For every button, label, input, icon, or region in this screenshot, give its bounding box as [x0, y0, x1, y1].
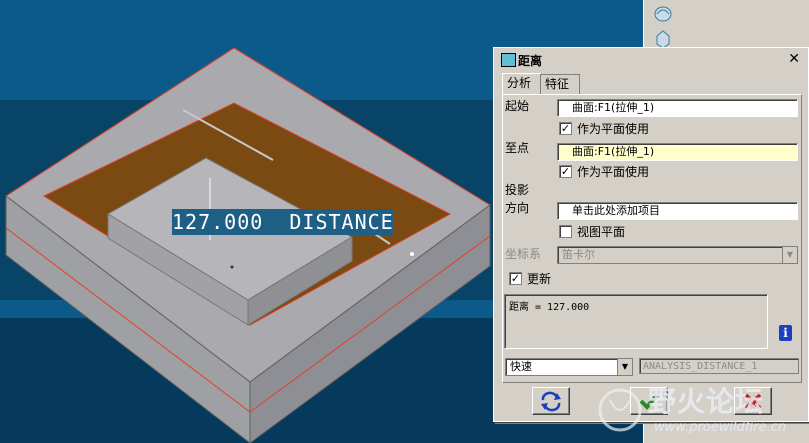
from-label: 起始 [505, 99, 530, 113]
to-plane-checkbox[interactable]: ✓ [559, 165, 572, 178]
coordinate-system-select: 笛卡尔 ▼ [557, 246, 798, 264]
mode-select[interactable]: 快速 ▼ [505, 358, 633, 376]
view-plane-checkbox[interactable] [559, 225, 572, 238]
projection-direction-field[interactable]: 单击此处添加项目 [557, 202, 798, 220]
from-reference-field[interactable]: 曲面:F1(拉伸_1) [557, 99, 798, 117]
toolbar-round-icon[interactable] [652, 3, 674, 25]
result-text: 距离 = 127.000 [509, 302, 590, 313]
to-label: 至点 [505, 141, 530, 155]
check-icon [639, 393, 659, 410]
analysis-name-field: ANALYSIS_DISTANCE_1 [639, 358, 799, 374]
mode-value: 快速 [510, 360, 532, 373]
coordinate-system-label: 坐标系 [505, 247, 542, 261]
repeat-button[interactable] [532, 387, 570, 415]
tab-analysis[interactable]: 分析 [502, 73, 542, 95]
projection-label: 投影 [505, 183, 530, 197]
cancel-button[interactable] [734, 387, 772, 415]
distance-dialog: 距离 ✕ 分析 特征 起始 曲面:F1(拉伸_1) ✓ 作为平面使用 至点 曲面… [493, 47, 809, 422]
direction-label: 方向 [505, 201, 530, 215]
from-plane-label: 作为平面使用 [577, 122, 650, 136]
repeat-icon [541, 391, 561, 412]
point-marker-inner [230, 265, 234, 269]
dialog-titlebar[interactable]: 距离 ✕ [496, 50, 806, 70]
coordinate-system-value: 笛卡尔 [562, 248, 595, 261]
cancel-x-icon [744, 393, 762, 410]
update-label: 更新 [527, 272, 552, 286]
to-plane-label: 作为平面使用 [577, 165, 650, 179]
tab-feature[interactable]: 特征 [540, 74, 580, 94]
to-reference-field[interactable]: 曲面:F1(拉伸_1) [557, 143, 798, 161]
close-icon[interactable]: ✕ [788, 51, 800, 67]
chevron-down-icon: ▼ [617, 359, 632, 375]
update-checkbox[interactable]: ✓ [509, 272, 522, 285]
point-marker [410, 252, 414, 256]
ok-button[interactable] [630, 387, 668, 415]
view-plane-label: 视图平面 [577, 225, 626, 239]
dialog-app-icon [501, 53, 516, 67]
dimension-label[interactable]: 127.000 DISTANCE [172, 209, 393, 235]
from-plane-checkbox[interactable]: ✓ [559, 122, 572, 135]
result-box: 距离 = 127.000 [504, 294, 768, 349]
analysis-panel: 起始 曲面:F1(拉伸_1) ✓ 作为平面使用 至点 曲面:F1(拉伸_1) ✓… [502, 94, 802, 383]
info-icon[interactable]: i [779, 325, 792, 341]
dialog-title: 距离 [518, 54, 543, 68]
chevron-down-icon: ▼ [782, 247, 797, 263]
